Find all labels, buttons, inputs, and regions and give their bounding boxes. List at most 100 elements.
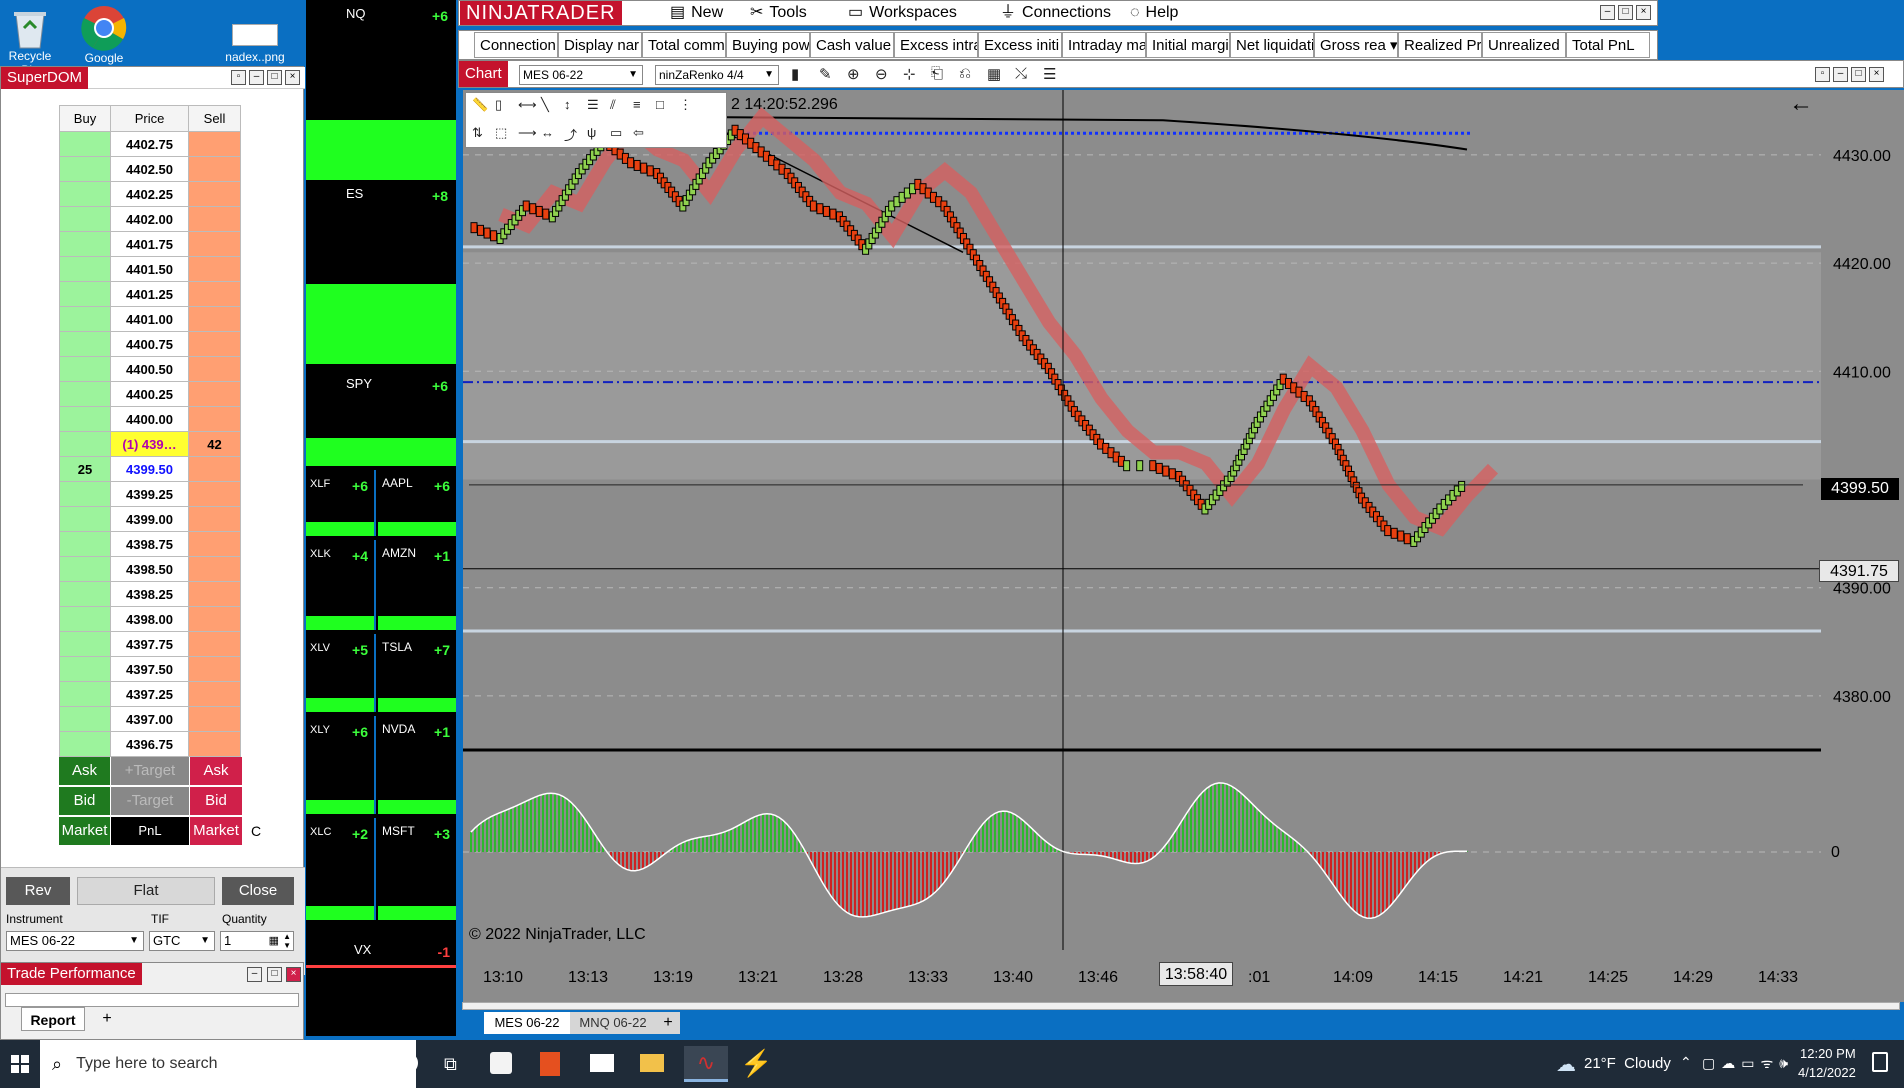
dom-sell-cell[interactable] [188,381,241,407]
draw-pencil-icon[interactable]: ✎ [819,65,832,83]
account-column-header[interactable]: Total PnL [1566,32,1650,58]
heat-tile-vx[interactable]: VX -1 [306,938,456,968]
chart-close-button[interactable]: × [1869,67,1884,82]
calculator-icon[interactable]: ▦ [269,932,279,950]
dom-price-cell[interactable]: 4402.75 [110,131,189,157]
ninjatrader-taskbar-icon[interactable]: ∿ [684,1046,728,1082]
dom-buy-cell[interactable] [59,631,111,657]
strategies-icon[interactable]: ⤯ [1015,65,1027,82]
heat-tile-xlv[interactable]: XLV +5 [306,634,376,712]
dom-buy-cell[interactable] [59,381,111,407]
trend-line-icon[interactable]: ╲ [541,97,549,113]
account-column-header[interactable]: Gross rea ▾ [1314,32,1398,58]
text-icon[interactable]: ⇦ [633,125,644,141]
dom-buy-cell[interactable] [59,281,111,307]
region-icon[interactable]: ⬚ [495,125,507,141]
instrument-selector[interactable]: MES 06-22 ▼ [519,65,643,85]
main-minimize-button[interactable]: – [1600,5,1615,20]
heat-tile-amzn[interactable]: AMZN +1 [378,540,456,630]
dom-price-cell[interactable]: 4399.25 [110,481,189,507]
heat-tile-es[interactable]: ES +8 [306,180,456,364]
more-icon[interactable]: ⋮ [679,97,692,113]
crosshair-icon[interactable]: ⊹ [903,65,916,83]
dom-sell-cell[interactable] [188,456,241,482]
account-column-header[interactable]: Total comm [642,32,726,58]
back-arrow-icon[interactable]: ← [1789,90,1813,118]
dom-buy-cell[interactable] [59,681,111,707]
dom-price-cell[interactable]: 4398.25 [110,581,189,607]
dom-buy-cell[interactable] [59,531,111,557]
dom-price-cell[interactable]: 4400.50 [110,356,189,382]
tray-chevron-icon[interactable]: ⌃ [1680,1054,1692,1071]
flat-button[interactable]: Flat [77,877,215,905]
heat-tile-nvda[interactable]: NVDA +1 [378,716,456,814]
price-chart[interactable]: 4380.004390.004410.004420.004430.0013:10… [463,90,1904,1010]
tp-add-tab-button[interactable]: + [95,1007,119,1031]
stepper-arrows-icon[interactable]: ▲ ▼ [283,932,291,950]
heat-tile-xlk[interactable]: XLK +4 [306,540,376,630]
superdom-pin-button[interactable]: ▫ [231,70,246,85]
dom-price-cell[interactable]: 4400.75 [110,331,189,357]
long-short-icon[interactable]: ⇅ [472,125,483,141]
ray-icon[interactable]: ⟶ [518,125,537,141]
ruler-icon[interactable]: 📏 [472,97,488,113]
dom-sell-cell[interactable] [188,206,241,232]
dom-buy-cell[interactable] [59,506,111,532]
dom-sell-cell[interactable] [188,256,241,282]
dom-sell-cell[interactable] [188,406,241,432]
ask-buy-button[interactable]: Ask [59,757,110,785]
dom-buy-cell[interactable]: 25 [59,456,111,482]
properties-icon[interactable]: ⎌ [959,65,971,82]
account-column-header[interactable]: Excess initi [978,32,1062,58]
dom-buy-cell[interactable] [59,481,111,507]
reverse-button[interactable]: Rev [6,877,70,905]
menu-workspaces[interactable]: ▭ Workspaces [848,1,957,25]
tif-select[interactable]: GTC ▼ [149,931,215,951]
account-column-header[interactable]: Cash value [810,32,894,58]
desktop-icon-nadex[interactable]: nadex..png [220,20,290,64]
account-column-header[interactable]: Connection [474,32,558,58]
taskbar-search-box[interactable]: ⌕ Type here to search [40,1040,416,1088]
account-column-header[interactable]: Net liquidati [1230,32,1314,58]
scrollbar[interactable] [462,1002,1900,1010]
task-view-icon[interactable]: ⧉ [444,1054,457,1075]
dom-sell-cell[interactable] [188,306,241,332]
dom-buy-cell[interactable] [59,431,111,457]
file-explorer-icon[interactable] [640,1054,664,1072]
app-lightning-icon[interactable]: ⚡ [740,1048,772,1079]
lines-icon[interactable]: ☰ [587,97,599,113]
account-column-header[interactable]: Intraday ma [1062,32,1146,58]
template-icon[interactable]: ⎗ [931,65,943,82]
dom-sell-cell[interactable] [188,706,241,732]
dom-price-cell[interactable]: 4402.25 [110,181,189,207]
dom-sell-cell[interactable] [188,131,241,157]
main-close-button[interactable]: × [1636,5,1651,20]
dom-sell-cell[interactable] [188,481,241,507]
heat-tile-xlf[interactable]: XLF +6 [306,470,376,536]
pitchfork-icon[interactable]: ψ [587,125,596,140]
dom-sell-cell[interactable] [188,656,241,682]
dom-buy-cell[interactable] [59,556,111,582]
dom-sell-cell[interactable] [188,731,241,757]
dom-price-cell[interactable]: 4401.75 [110,231,189,257]
chart-restore-button[interactable]: ▫ [1815,67,1830,82]
box-icon[interactable]: ▭ [610,125,622,141]
menu-connections[interactable]: ⏚ Connections [1000,1,1111,25]
market-buy-button[interactable]: Market [59,817,110,845]
arrow-line-icon[interactable]: ↕ [564,97,571,112]
cortana-icon[interactable] [396,1052,418,1074]
dom-sell-cell[interactable] [188,356,241,382]
horizontal-line-icon[interactable]: ⟷ [518,97,537,113]
notification-icon[interactable] [1872,1052,1888,1072]
tab-mes-0622[interactable]: MES 06-22 [484,1012,570,1034]
tab-mnq-0622[interactable]: MNQ 06-22 [570,1012,656,1034]
desktop-icon-google[interactable]: Google [72,4,136,65]
superdom-maximize-button[interactable]: □ [267,70,282,85]
account-column-header[interactable]: Realized Pr [1398,32,1482,58]
dom-price-cell[interactable]: 4397.75 [110,631,189,657]
superdom-close-button[interactable]: × [285,70,300,85]
dom-sell-cell[interactable] [188,581,241,607]
dom-sell-cell[interactable] [188,606,241,632]
dom-buy-cell[interactable] [59,131,111,157]
dom-buy-cell[interactable] [59,206,111,232]
